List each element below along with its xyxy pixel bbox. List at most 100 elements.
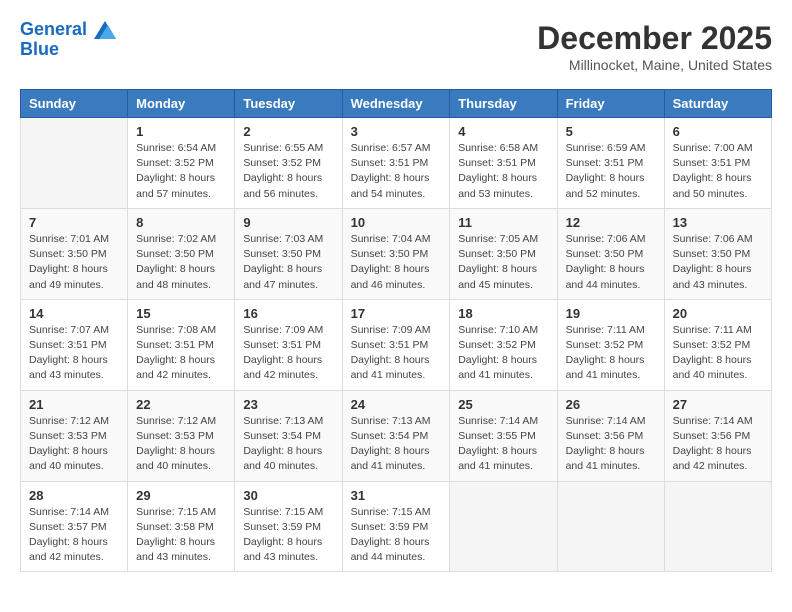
logo-icon — [94, 21, 116, 39]
day-number: 18 — [458, 306, 548, 321]
calendar-header-row: SundayMondayTuesdayWednesdayThursdayFrid… — [21, 90, 772, 118]
sunrise-label: Sunrise: 6:58 AM — [458, 142, 538, 154]
daylight-label: Daylight: 8 hours and 41 minutes. — [458, 354, 537, 381]
day-number: 31 — [351, 488, 442, 503]
sunrise-label: Sunrise: 7:14 AM — [458, 415, 538, 427]
sunset-label: Sunset: 3:50 PM — [136, 248, 214, 260]
day-info: Sunrise: 7:07 AM Sunset: 3:51 PM Dayligh… — [29, 323, 119, 384]
calendar-cell: 25 Sunrise: 7:14 AM Sunset: 3:55 PM Dayl… — [450, 390, 557, 481]
calendar-cell: 28 Sunrise: 7:14 AM Sunset: 3:57 PM Dayl… — [21, 481, 128, 572]
calendar-cell: 23 Sunrise: 7:13 AM Sunset: 3:54 PM Dayl… — [235, 390, 342, 481]
day-number: 30 — [243, 488, 333, 503]
daylight-label: Daylight: 8 hours and 42 minutes. — [136, 354, 215, 381]
day-info: Sunrise: 7:12 AM Sunset: 3:53 PM Dayligh… — [136, 414, 226, 475]
day-number: 13 — [673, 215, 763, 230]
weekday-header-saturday: Saturday — [664, 90, 771, 118]
sunrise-label: Sunrise: 7:13 AM — [351, 415, 431, 427]
calendar-cell: 11 Sunrise: 7:05 AM Sunset: 3:50 PM Dayl… — [450, 208, 557, 299]
calendar-cell: 10 Sunrise: 7:04 AM Sunset: 3:50 PM Dayl… — [342, 208, 450, 299]
sunrise-label: Sunrise: 7:11 AM — [673, 324, 752, 336]
day-number: 26 — [566, 397, 656, 412]
daylight-label: Daylight: 8 hours and 43 minutes. — [136, 536, 215, 563]
daylight-label: Daylight: 8 hours and 41 minutes. — [566, 354, 645, 381]
calendar-cell: 2 Sunrise: 6:55 AM Sunset: 3:52 PM Dayli… — [235, 118, 342, 209]
sunset-label: Sunset: 3:52 PM — [243, 157, 321, 169]
calendar-cell — [664, 481, 771, 572]
day-number: 20 — [673, 306, 763, 321]
calendar-cell: 29 Sunrise: 7:15 AM Sunset: 3:58 PM Dayl… — [128, 481, 235, 572]
day-number: 19 — [566, 306, 656, 321]
calendar-cell: 27 Sunrise: 7:14 AM Sunset: 3:56 PM Dayl… — [664, 390, 771, 481]
sunrise-label: Sunrise: 7:02 AM — [136, 233, 216, 245]
day-number: 17 — [351, 306, 442, 321]
daylight-label: Daylight: 8 hours and 45 minutes. — [458, 263, 537, 290]
sunset-label: Sunset: 3:50 PM — [673, 248, 751, 260]
daylight-label: Daylight: 8 hours and 41 minutes. — [351, 445, 430, 472]
daylight-label: Daylight: 8 hours and 40 minutes. — [243, 445, 322, 472]
calendar-cell: 8 Sunrise: 7:02 AM Sunset: 3:50 PM Dayli… — [128, 208, 235, 299]
sunset-label: Sunset: 3:52 PM — [136, 157, 214, 169]
sunrise-label: Sunrise: 7:12 AM — [136, 415, 216, 427]
day-info: Sunrise: 7:11 AM Sunset: 3:52 PM Dayligh… — [566, 323, 656, 384]
day-number: 21 — [29, 397, 119, 412]
day-info: Sunrise: 7:14 AM Sunset: 3:57 PM Dayligh… — [29, 505, 119, 566]
calendar-cell: 20 Sunrise: 7:11 AM Sunset: 3:52 PM Dayl… — [664, 299, 771, 390]
sunset-label: Sunset: 3:51 PM — [136, 339, 214, 351]
daylight-label: Daylight: 8 hours and 40 minutes. — [136, 445, 215, 472]
sunset-label: Sunset: 3:54 PM — [351, 430, 429, 442]
calendar-cell: 3 Sunrise: 6:57 AM Sunset: 3:51 PM Dayli… — [342, 118, 450, 209]
daylight-label: Daylight: 8 hours and 43 minutes. — [673, 263, 752, 290]
daylight-label: Daylight: 8 hours and 49 minutes. — [29, 263, 108, 290]
sunrise-label: Sunrise: 7:00 AM — [673, 142, 753, 154]
weekday-header-thursday: Thursday — [450, 90, 557, 118]
calendar-cell: 1 Sunrise: 6:54 AM Sunset: 3:52 PM Dayli… — [128, 118, 235, 209]
day-info: Sunrise: 7:02 AM Sunset: 3:50 PM Dayligh… — [136, 232, 226, 293]
day-number: 28 — [29, 488, 119, 503]
daylight-label: Daylight: 8 hours and 47 minutes. — [243, 263, 322, 290]
sunrise-label: Sunrise: 7:12 AM — [29, 415, 109, 427]
day-number: 11 — [458, 215, 548, 230]
location: Millinocket, Maine, United States — [537, 57, 772, 73]
daylight-label: Daylight: 8 hours and 43 minutes. — [243, 536, 322, 563]
sunrise-label: Sunrise: 7:15 AM — [351, 506, 431, 518]
day-info: Sunrise: 7:12 AM Sunset: 3:53 PM Dayligh… — [29, 414, 119, 475]
calendar-week-3: 14 Sunrise: 7:07 AM Sunset: 3:51 PM Dayl… — [21, 299, 772, 390]
sunrise-label: Sunrise: 7:11 AM — [566, 324, 645, 336]
weekday-header-wednesday: Wednesday — [342, 90, 450, 118]
day-number: 8 — [136, 215, 226, 230]
sunset-label: Sunset: 3:55 PM — [458, 430, 536, 442]
weekday-header-tuesday: Tuesday — [235, 90, 342, 118]
calendar-cell: 7 Sunrise: 7:01 AM Sunset: 3:50 PM Dayli… — [21, 208, 128, 299]
day-info: Sunrise: 7:11 AM Sunset: 3:52 PM Dayligh… — [673, 323, 763, 384]
calendar-cell: 18 Sunrise: 7:10 AM Sunset: 3:52 PM Dayl… — [450, 299, 557, 390]
daylight-label: Daylight: 8 hours and 54 minutes. — [351, 172, 430, 199]
daylight-label: Daylight: 8 hours and 41 minutes. — [351, 354, 430, 381]
day-number: 16 — [243, 306, 333, 321]
sunset-label: Sunset: 3:51 PM — [458, 157, 536, 169]
sunrise-label: Sunrise: 7:03 AM — [243, 233, 323, 245]
day-number: 4 — [458, 124, 548, 139]
calendar-table: SundayMondayTuesdayWednesdayThursdayFrid… — [20, 89, 772, 572]
sunrise-label: Sunrise: 7:04 AM — [351, 233, 431, 245]
daylight-label: Daylight: 8 hours and 42 minutes. — [243, 354, 322, 381]
day-number: 12 — [566, 215, 656, 230]
sunrise-label: Sunrise: 7:06 AM — [566, 233, 646, 245]
sunrise-label: Sunrise: 6:59 AM — [566, 142, 646, 154]
calendar-cell: 12 Sunrise: 7:06 AM Sunset: 3:50 PM Dayl… — [557, 208, 664, 299]
calendar-week-2: 7 Sunrise: 7:01 AM Sunset: 3:50 PM Dayli… — [21, 208, 772, 299]
weekday-header-sunday: Sunday — [21, 90, 128, 118]
day-number: 5 — [566, 124, 656, 139]
calendar-cell: 13 Sunrise: 7:06 AM Sunset: 3:50 PM Dayl… — [664, 208, 771, 299]
day-info: Sunrise: 7:15 AM Sunset: 3:59 PM Dayligh… — [351, 505, 442, 566]
sunset-label: Sunset: 3:57 PM — [29, 521, 107, 533]
calendar-cell: 19 Sunrise: 7:11 AM Sunset: 3:52 PM Dayl… — [557, 299, 664, 390]
page-header: General Blue December 2025 Millinocket, … — [20, 20, 772, 73]
weekday-header-monday: Monday — [128, 90, 235, 118]
day-number: 23 — [243, 397, 333, 412]
day-info: Sunrise: 7:09 AM Sunset: 3:51 PM Dayligh… — [243, 323, 333, 384]
calendar-cell: 22 Sunrise: 7:12 AM Sunset: 3:53 PM Dayl… — [128, 390, 235, 481]
day-info: Sunrise: 6:59 AM Sunset: 3:51 PM Dayligh… — [566, 141, 656, 202]
day-info: Sunrise: 7:06 AM Sunset: 3:50 PM Dayligh… — [673, 232, 763, 293]
calendar-cell: 24 Sunrise: 7:13 AM Sunset: 3:54 PM Dayl… — [342, 390, 450, 481]
calendar-cell: 5 Sunrise: 6:59 AM Sunset: 3:51 PM Dayli… — [557, 118, 664, 209]
